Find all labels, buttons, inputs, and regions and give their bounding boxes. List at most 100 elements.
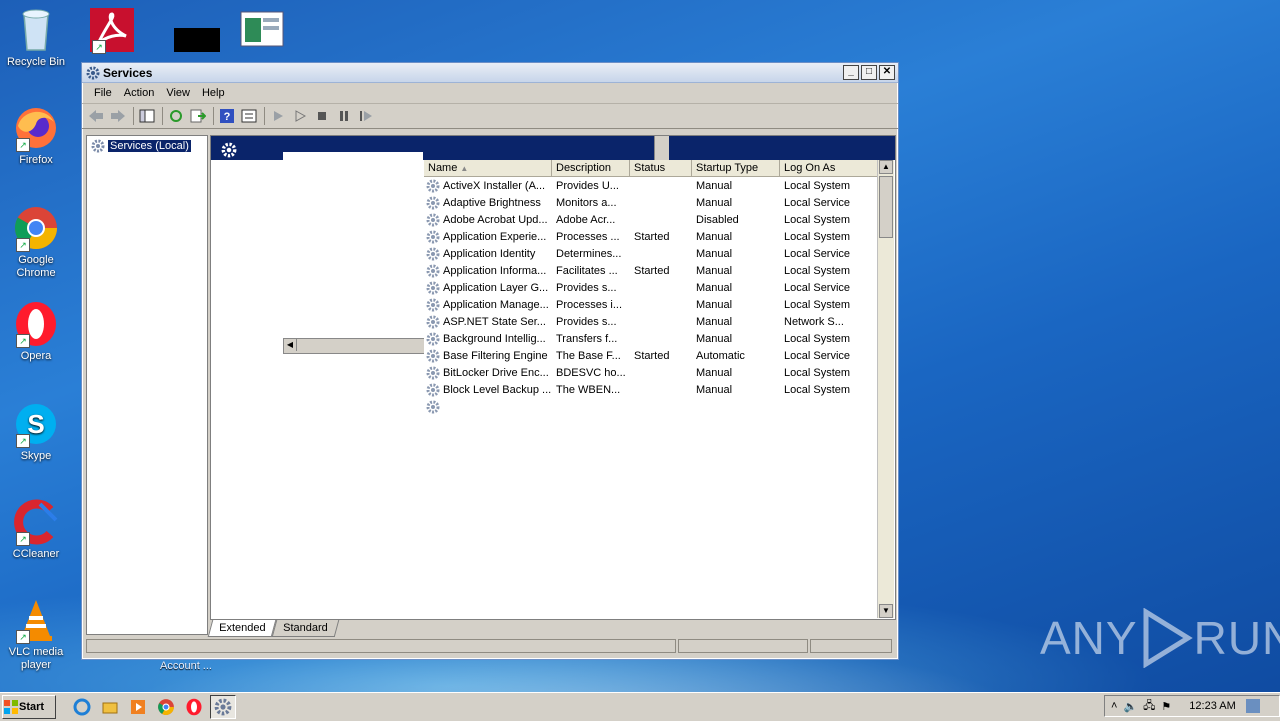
cell-status: Started [634,264,670,277]
action-center-flag-icon[interactable]: ⚑ [1161,700,1171,713]
maximize-button[interactable]: □ [861,65,877,80]
service-gear-icon [426,315,440,328]
desktop-icon-black[interactable] [150,6,222,56]
table-row[interactable]: Application Manage... Processes i... Manua… [424,296,880,313]
scrollbar-thumb[interactable] [879,176,893,238]
pane-splitter[interactable] [654,136,669,160]
service-gear-icon [426,230,440,243]
restart-service-button[interactable] [356,107,376,125]
start-service-button[interactable] [268,107,288,125]
desktop-icon-opera[interactable]: ↗ Opera [0,300,72,363]
service-name: Application Layer G... [443,281,549,294]
service-name: Application Informa... [443,264,547,277]
menu-action[interactable]: Action [118,87,161,99]
desktop-icon-label: VLC media player [8,646,64,671]
start-service-2-button[interactable] [290,107,310,125]
firefox-icon: ↗ [12,104,60,152]
desktop-icon-skype[interactable]: S ↗ Skype [0,400,72,463]
scroll-left-arrow-icon[interactable]: ◀ [284,339,297,351]
desktop-icon-ccleaner[interactable]: ↗ CCleaner [0,498,72,561]
cell-name: Base Filtering Engine [424,349,552,363]
scroll-down-arrow-icon[interactable]: ▼ [879,604,893,618]
cell-name: Application Layer G... [424,281,552,295]
show-desktop-button[interactable] [1245,699,1260,713]
column-header-name[interactable]: Name ▲ [424,160,552,176]
help-button[interactable]: ? [217,107,237,125]
cell-log-on-as: Local System [784,383,851,396]
show-hidden-icons-icon[interactable]: ˄ [1111,700,1117,712]
back-arrow-icon [89,110,103,122]
table-row[interactable]: Adaptive Brightness Monitors a... Manual Lo… [424,194,880,211]
folder-icon [102,702,118,714]
show-hide-console-tree-button[interactable] [137,107,157,125]
table-row[interactable]: Application Informa... Facilitates ... Sta… [424,262,880,279]
table-row[interactable]: Adobe Acrobat Upd... Adobe Acr... Disabled… [424,211,880,228]
menu-view[interactable]: View [160,87,196,99]
table-row[interactable]: Application Layer G... Provides s... Manua… [424,279,880,296]
column-header-description[interactable]: Description [552,160,630,176]
refresh-button[interactable] [166,107,186,125]
service-gear-icon [426,179,440,192]
desktop-icon-firefox[interactable]: ↗ Firefox [0,104,72,167]
column-header-startup-type[interactable]: Startup Type [692,160,780,176]
export-icon [190,109,206,123]
desktop-icon-acrobat[interactable]: ↗ [76,6,148,56]
clock[interactable]: 12:23 AM [1189,700,1235,712]
description-horizontal-scrollbar[interactable]: ◀ [283,338,425,354]
column-header-status[interactable]: Status [630,160,692,176]
list-vertical-scrollbar[interactable]: ▲ ▼ [877,160,894,618]
taskbar-opera[interactable] [182,696,206,718]
taskbar-media-player[interactable] [126,696,150,718]
view-tabs: Extended Standard [207,619,340,637]
scroll-up-arrow-icon[interactable]: ▲ [879,160,893,174]
cell-log-on-as: Local System [784,332,851,345]
console-tree-icon [139,109,155,123]
menu-help[interactable]: Help [196,87,231,99]
cell-startup-type: Manual [696,298,733,311]
pause-service-button[interactable] [334,107,354,125]
stop-service-button[interactable] [312,107,332,125]
forward-button[interactable] [108,107,128,125]
network-icon[interactable]: 🖧 [1143,697,1155,716]
title-bar[interactable]: Services _ □ ✕ [82,63,898,83]
tree-item-services-local[interactable]: Services (Local) [91,139,191,153]
minimize-button[interactable]: _ [843,65,859,80]
desktop-icon-chrome[interactable]: ↗ Google Chrome [0,204,72,280]
desktop-icon-vlc[interactable]: ↗ VLC media player [0,596,72,672]
close-button[interactable]: ✕ [879,65,895,80]
taskbar-explorer[interactable] [98,696,122,718]
properties-button[interactable] [239,107,259,125]
menu-file[interactable]: File [88,87,118,99]
tab-standard[interactable]: Standard [272,620,340,637]
taskbar-services[interactable] [210,695,236,719]
table-row[interactable] [424,398,880,415]
service-name: Base Filtering Engine [443,349,548,362]
volume-icon[interactable]: 🔈 [1123,700,1137,713]
services-gear-icon [86,66,100,79]
table-row[interactable]: Application Experie... Processes ... Start… [424,228,880,245]
description-area [283,152,423,162]
cell-startup-type: Manual [696,383,733,396]
toolbar: ? [82,104,898,129]
cell-log-on-as: Local Service [784,349,851,362]
table-row[interactable]: BitLocker Drive Enc... BDESVC ho... Manual… [424,364,880,381]
tab-extended[interactable]: Extended [207,620,277,637]
cell-description: Provides s... [556,315,617,328]
taskbar-ie[interactable] [70,696,94,718]
table-row[interactable]: Block Level Backup ... The WBEN... Manual L… [424,381,880,398]
column-header-log-on-as[interactable]: Log On As [780,160,880,176]
table-row[interactable]: Base Filtering Engine The Base F... Starte… [424,347,880,364]
start-button[interactable]: Start [2,695,56,719]
skype-icon: S ↗ [12,400,60,448]
table-row[interactable]: Background Intellig... Transfers f... Manu… [424,330,880,347]
desktop-icon-window-app[interactable] [225,6,297,56]
export-list-button[interactable] [188,107,208,125]
taskbar: Start ˄ 🔈 🖧 ⚑ 12:23 AM [0,692,1280,721]
back-button[interactable] [86,107,106,125]
table-row[interactable]: Application Identity Determines... Manual L… [424,245,880,262]
cell-startup-type: Disabled [696,213,739,226]
table-row[interactable]: ASP.NET State Ser... Provides s... Manual N… [424,313,880,330]
taskbar-chrome[interactable] [154,696,178,718]
table-row[interactable]: ActiveX Installer (A... Provides U... Manu… [424,177,880,194]
desktop-icon-recycle-bin[interactable]: Recycle Bin [0,6,72,69]
